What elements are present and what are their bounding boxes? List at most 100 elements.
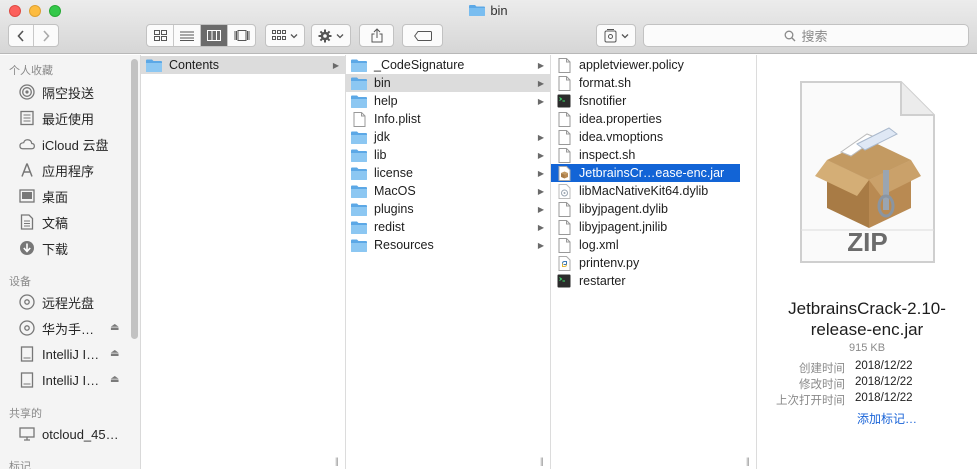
folder-icon xyxy=(351,148,367,162)
sidebar-item-recents[interactable]: 最近使用 xyxy=(19,108,94,128)
list-item[interactable]: bin ▶ xyxy=(346,74,550,92)
search-placeholder: 搜索 xyxy=(801,29,828,44)
tags-button[interactable] xyxy=(402,24,443,47)
sidebar-item-label: 隔空投送 xyxy=(42,85,95,101)
sidebar-item-remote-disc[interactable]: 远程光盘 xyxy=(19,292,94,312)
preview-file-name-line2: release-enc.jar xyxy=(810,320,924,339)
modified-value: 2018/12/22 xyxy=(855,376,913,388)
sidebar-item-intellij-2[interactable]: IntelliJ I… xyxy=(19,370,99,390)
sidebar-item-airdrop[interactable]: 隔空投送 xyxy=(19,82,94,102)
disclosure-arrow-icon: ▶ xyxy=(537,186,544,196)
sidebar-item-downloads[interactable]: 下载 xyxy=(19,238,68,258)
item-name: inspect.sh xyxy=(579,148,636,162)
document-icon xyxy=(556,219,572,235)
search-field[interactable]: 搜索 xyxy=(643,24,969,47)
icon-view-button[interactable] xyxy=(147,25,174,46)
folder-icon xyxy=(351,202,367,216)
sidebar-item-huawei[interactable]: 华为手… xyxy=(19,318,94,338)
group-icon xyxy=(272,30,286,40)
list-item[interactable]: libyjpagent.jnilib xyxy=(551,218,740,236)
item-name: libyjpagent.dylib xyxy=(579,202,668,216)
jar-archive-icon xyxy=(556,165,572,181)
list-item[interactable]: idea.vmoptions xyxy=(551,128,740,146)
item-name: lib xyxy=(374,148,387,162)
list-item[interactable]: restarter xyxy=(551,272,740,290)
sidebar-header-tags: 标记 xyxy=(9,461,31,469)
disclosure-arrow-icon: ▶ xyxy=(537,240,544,250)
disclosure-arrow-icon: ▶ xyxy=(537,168,544,178)
list-item[interactable]: MacOS ▶ xyxy=(346,182,550,200)
eye-icon xyxy=(604,28,616,42)
list-item[interactable]: appletviewer.policy xyxy=(551,56,740,74)
documents-icon xyxy=(19,214,35,230)
columns-icon xyxy=(207,30,221,41)
column-1: Contents ▶ || xyxy=(141,55,346,469)
disclosure-arrow-icon: ▶ xyxy=(537,204,544,214)
folder-icon xyxy=(146,58,162,72)
list-item[interactable]: plugins ▶ xyxy=(346,200,550,218)
list-item[interactable]: redist ▶ xyxy=(346,218,550,236)
document-icon xyxy=(556,129,572,145)
item-name: format.sh xyxy=(579,76,632,90)
finder-window: bin 搜索 个人收藏 隔空投送 最近使用 iCloud 云盘 应用程序 桌面 … xyxy=(0,0,977,469)
item-name: plugins xyxy=(374,202,414,216)
sidebar-item-intellij-1[interactable]: IntelliJ I… xyxy=(19,344,99,364)
sidebar-header-devices: 设备 xyxy=(9,276,31,288)
list-item[interactable]: license ▶ xyxy=(346,164,550,182)
list-item[interactable]: jdk ▶ xyxy=(346,128,550,146)
terminal-exec-icon xyxy=(556,94,572,108)
share-button[interactable] xyxy=(359,24,394,47)
sidebar-item-documents[interactable]: 文稿 xyxy=(19,212,68,232)
gallery-view-button[interactable] xyxy=(228,25,255,46)
gear-icon xyxy=(318,29,332,42)
list-item[interactable]: inspect.sh xyxy=(551,146,740,164)
item-name: license xyxy=(374,166,413,180)
item-name: jdk xyxy=(374,130,390,144)
sidebar-item-otcloud[interactable]: otcloud_45… xyxy=(19,424,119,444)
list-item[interactable]: format.sh xyxy=(551,74,740,92)
sidebar-item-label: 桌面 xyxy=(42,189,69,205)
add-tags-link[interactable]: 添加标记… xyxy=(857,410,917,427)
document-icon xyxy=(351,111,367,127)
sidebar-item-icloud[interactable]: iCloud 云盘 xyxy=(19,134,108,154)
list-item[interactable]: libMacNativeKit64.dylib xyxy=(551,182,740,200)
list-item[interactable]: lib ▶ xyxy=(346,146,550,164)
action-button[interactable] xyxy=(311,24,351,47)
list-item[interactable]: log.xml xyxy=(551,236,740,254)
eject-icon[interactable]: ⏏ xyxy=(110,374,119,385)
list-item[interactable]: libyjpagent.dylib xyxy=(551,200,740,218)
column-view-button[interactable] xyxy=(201,25,228,46)
document-icon xyxy=(556,147,572,163)
column-resize-handle[interactable]: || xyxy=(540,456,544,466)
list-item[interactable]: Contents ▶ xyxy=(141,56,345,74)
sidebar-scrollbar[interactable] xyxy=(131,59,138,339)
gallery-icon xyxy=(234,30,249,41)
sidebar-item-desktop[interactable]: 桌面 xyxy=(19,186,68,206)
sidebar-item-label: 远程光盘 xyxy=(42,295,95,311)
quicklook-button[interactable] xyxy=(596,24,636,47)
list-item-selected[interactable]: JetbrainsCr…ease-enc.jar xyxy=(551,164,740,182)
list-item[interactable]: idea.properties xyxy=(551,110,740,128)
group-button[interactable] xyxy=(265,24,305,47)
forward-button[interactable] xyxy=(34,25,58,46)
list-item[interactable]: fsnotifier xyxy=(551,92,740,110)
column-resize-handle[interactable]: || xyxy=(746,456,750,466)
view-mode-control xyxy=(146,24,256,47)
item-name: bin xyxy=(374,76,391,90)
list-view-button[interactable] xyxy=(174,25,201,46)
terminal-exec-icon xyxy=(556,274,572,288)
list-item[interactable]: printenv.py xyxy=(551,254,740,272)
column-resize-handle[interactable]: || xyxy=(335,456,339,466)
eject-icon[interactable]: ⏏ xyxy=(110,322,119,333)
disclosure-arrow-icon: ▶ xyxy=(537,132,544,142)
list-item[interactable]: Resources ▶ xyxy=(346,236,550,254)
sidebar-header-shared: 共享的 xyxy=(9,408,42,420)
list-item[interactable]: _CodeSignature ▶ xyxy=(346,56,550,74)
sidebar-item-applications[interactable]: 应用程序 xyxy=(19,160,94,180)
list-item[interactable]: help ▶ xyxy=(346,92,550,110)
eject-icon[interactable]: ⏏ xyxy=(110,348,119,359)
sidebar-item-label: IntelliJ I… xyxy=(42,346,100,362)
back-button[interactable] xyxy=(9,25,34,46)
list-item[interactable]: Info.plist xyxy=(346,110,550,128)
chevron-down-icon xyxy=(290,33,298,38)
